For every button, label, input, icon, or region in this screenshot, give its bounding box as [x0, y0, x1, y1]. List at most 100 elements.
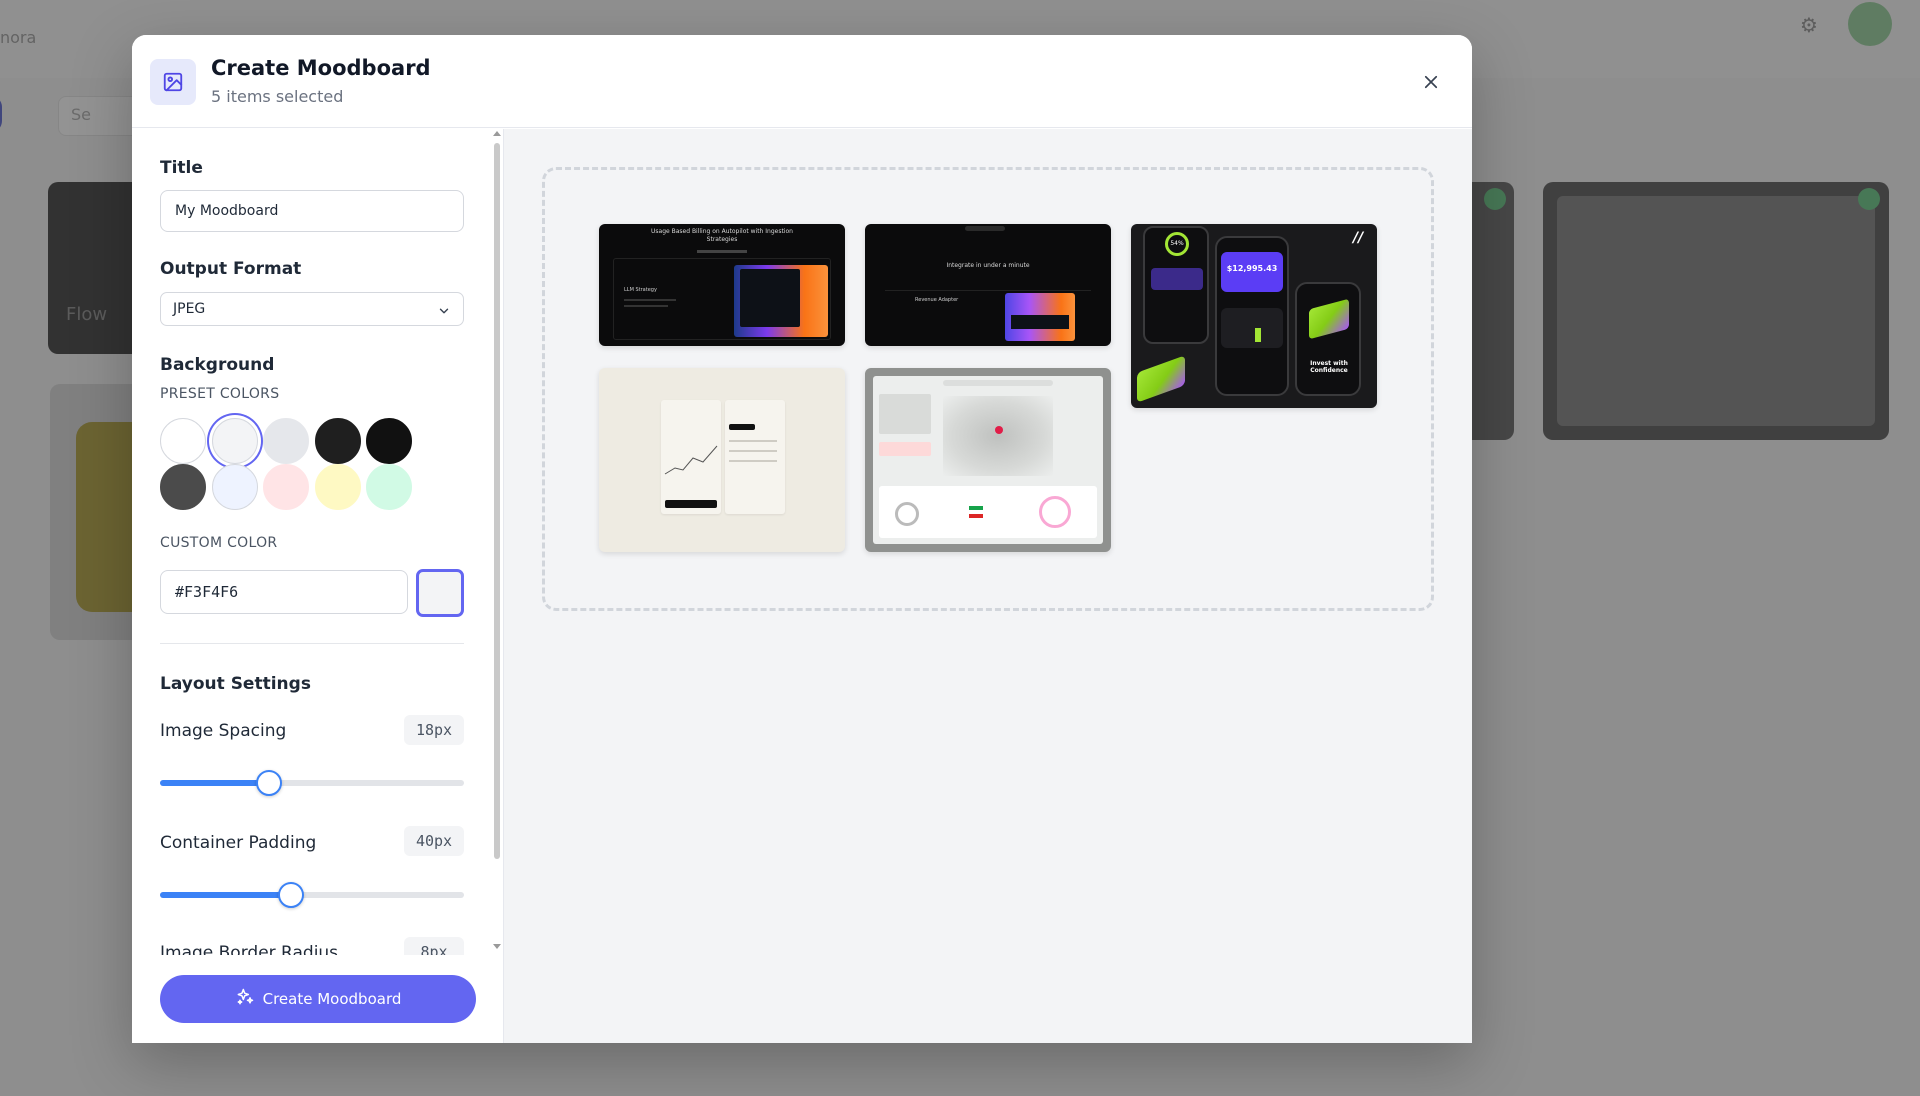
thumbnail-button	[665, 500, 717, 508]
scroll-down-arrow-icon[interactable]	[493, 944, 501, 949]
thumbnail-gauge	[1039, 496, 1071, 528]
container-padding-label: Container Padding	[160, 833, 317, 853]
thumbnail-tab	[729, 424, 755, 430]
slider-thumb[interactable]	[277, 882, 304, 908]
thumbnail-headline: Integrate in under a minute	[946, 262, 1030, 269]
close-icon[interactable]	[1418, 69, 1444, 95]
thumbnail-logo: //	[1353, 230, 1364, 246]
thumbnail-percent: 54%	[1165, 232, 1189, 256]
thumbnail-section: LLM Strategy	[624, 287, 657, 293]
thumbnail-headline: Usage Based Billing on Autopilot with In…	[651, 228, 793, 243]
slider-fill	[160, 780, 270, 786]
sparkles-icon	[235, 987, 255, 1011]
scrollbar-thumb[interactable]	[494, 143, 500, 859]
thumbnail-chart	[1221, 308, 1283, 348]
layout-settings-label: Layout Settings	[160, 674, 311, 694]
section-divider	[160, 643, 464, 644]
thumbnail-line	[729, 460, 777, 462]
preset-color-swatch[interactable]	[211, 418, 258, 464]
thumbnail-line	[729, 450, 777, 452]
custom-color-label: CUSTOM COLOR	[160, 535, 278, 551]
thumbnail-bar	[969, 514, 983, 518]
thumbnail-line	[729, 440, 777, 442]
title-label: Title	[160, 158, 203, 178]
thumbnail-line	[624, 305, 668, 307]
image-border-radius-value: 8px	[404, 937, 464, 955]
thumbnail-phone: 54%	[1143, 226, 1209, 344]
thumbnail-phone: $12,995.43	[1215, 236, 1289, 396]
settings-scroll-area[interactable]: Title Output Format JPEG Background PRES…	[132, 129, 494, 955]
preset-color-swatch[interactable]	[366, 464, 412, 510]
thumbnail-frame: LLM Strategy	[613, 258, 831, 340]
moodboard-image[interactable]: 54% $12,995.43 Invest with Confidence //	[1131, 224, 1377, 408]
title-input[interactable]	[160, 190, 464, 232]
preset-color-swatch[interactable]	[160, 418, 206, 464]
thumbnail-code	[740, 269, 800, 327]
preset-color-swatch[interactable]	[263, 418, 309, 464]
modal-title: Create Moodboard	[211, 56, 431, 80]
image-spacing-label: Image Spacing	[160, 721, 287, 741]
thumbnail-line-chart	[664, 445, 718, 475]
scroll-up-arrow-icon[interactable]	[493, 131, 501, 136]
image-spacing-slider[interactable]	[160, 769, 464, 797]
preset-color-swatch[interactable]	[314, 464, 361, 510]
image-icon	[150, 59, 196, 105]
thumbnail-section: Revenue Adapter	[915, 297, 959, 303]
thumbnail-marker	[995, 426, 1003, 434]
create-moodboard-button[interactable]: Create Moodboard	[160, 975, 476, 1023]
preset-color-swatch[interactable]	[263, 464, 309, 510]
thumbnail-engine	[943, 396, 1053, 476]
thumbnail-metrics	[879, 486, 1097, 538]
thumbnail-card	[1151, 268, 1203, 290]
modal-subtitle: 5 items selected	[211, 87, 344, 106]
moodboard-image[interactable]	[865, 368, 1111, 552]
thumbnail-phone: Invest with Confidence	[1295, 282, 1361, 396]
thumbnail-illustration	[1137, 355, 1185, 403]
output-format-select[interactable]: JPEG	[160, 292, 464, 326]
moodboard-canvas[interactable]: Usage Based Billing on Autopilot with In…	[542, 167, 1434, 611]
preset-color-swatch[interactable]	[160, 464, 206, 510]
preset-color-swatch[interactable]	[366, 418, 412, 464]
preset-colors-label: PRESET COLORS	[160, 386, 280, 402]
preset-color-swatch[interactable]	[211, 464, 258, 510]
thumbnail-amount: $12,995.43	[1226, 264, 1278, 273]
preset-color-swatch[interactable]	[314, 418, 361, 464]
output-format-value: JPEG	[173, 301, 206, 317]
thumbnail-screen	[725, 400, 785, 514]
moodboard-preview: Usage Based Billing on Autopilot with In…	[504, 129, 1472, 1043]
thumbnail-nav	[965, 226, 1005, 231]
thumbnail-card: $12,995.43	[1221, 252, 1283, 292]
settings-panel: Title Output Format JPEG Background PRES…	[132, 129, 504, 1043]
container-padding-value: 40px	[404, 826, 464, 856]
thumbnail-bar	[969, 506, 983, 510]
moodboard-image[interactable]	[599, 368, 845, 552]
custom-color-picker[interactable]	[416, 569, 464, 617]
thumbnail-code	[1011, 315, 1069, 329]
chevron-down-icon	[437, 303, 451, 322]
thumbnail-alert	[879, 442, 931, 456]
image-border-radius-label: Image Border Radius	[160, 943, 339, 955]
moodboard-image[interactable]: Usage Based Billing on Autopilot with In…	[599, 224, 845, 346]
slider-fill	[160, 892, 291, 898]
thumbnail-gradient	[734, 265, 828, 337]
thumbnail-nav	[697, 250, 747, 253]
thumbnail-frame: Revenue Adapter	[885, 290, 1091, 344]
thumbnail-screen	[661, 400, 721, 514]
create-moodboard-label: Create Moodboard	[262, 990, 402, 1008]
custom-color-hex-input[interactable]	[160, 570, 408, 614]
thumbnail-line	[624, 299, 676, 301]
container-padding-slider[interactable]	[160, 881, 464, 909]
output-format-label: Output Format	[160, 259, 302, 279]
thumbnail-dashboard	[873, 376, 1103, 544]
slider-thumb[interactable]	[256, 770, 283, 796]
modal-header: Create Moodboard 5 items selected	[132, 35, 1472, 128]
image-spacing-value: 18px	[404, 715, 464, 745]
thumbnail-bar	[1255, 328, 1261, 342]
thumbnail-gauge	[895, 502, 919, 526]
thumbnail-nav	[943, 380, 1053, 386]
thumbnail-tagline: Invest with Confidence	[1310, 360, 1348, 374]
thumbnail-panel	[879, 394, 931, 434]
thumbnail-illustration	[1309, 298, 1349, 340]
moodboard-image[interactable]: Integrate in under a minute Revenue Adap…	[865, 224, 1111, 346]
background-label: Background	[160, 355, 275, 375]
